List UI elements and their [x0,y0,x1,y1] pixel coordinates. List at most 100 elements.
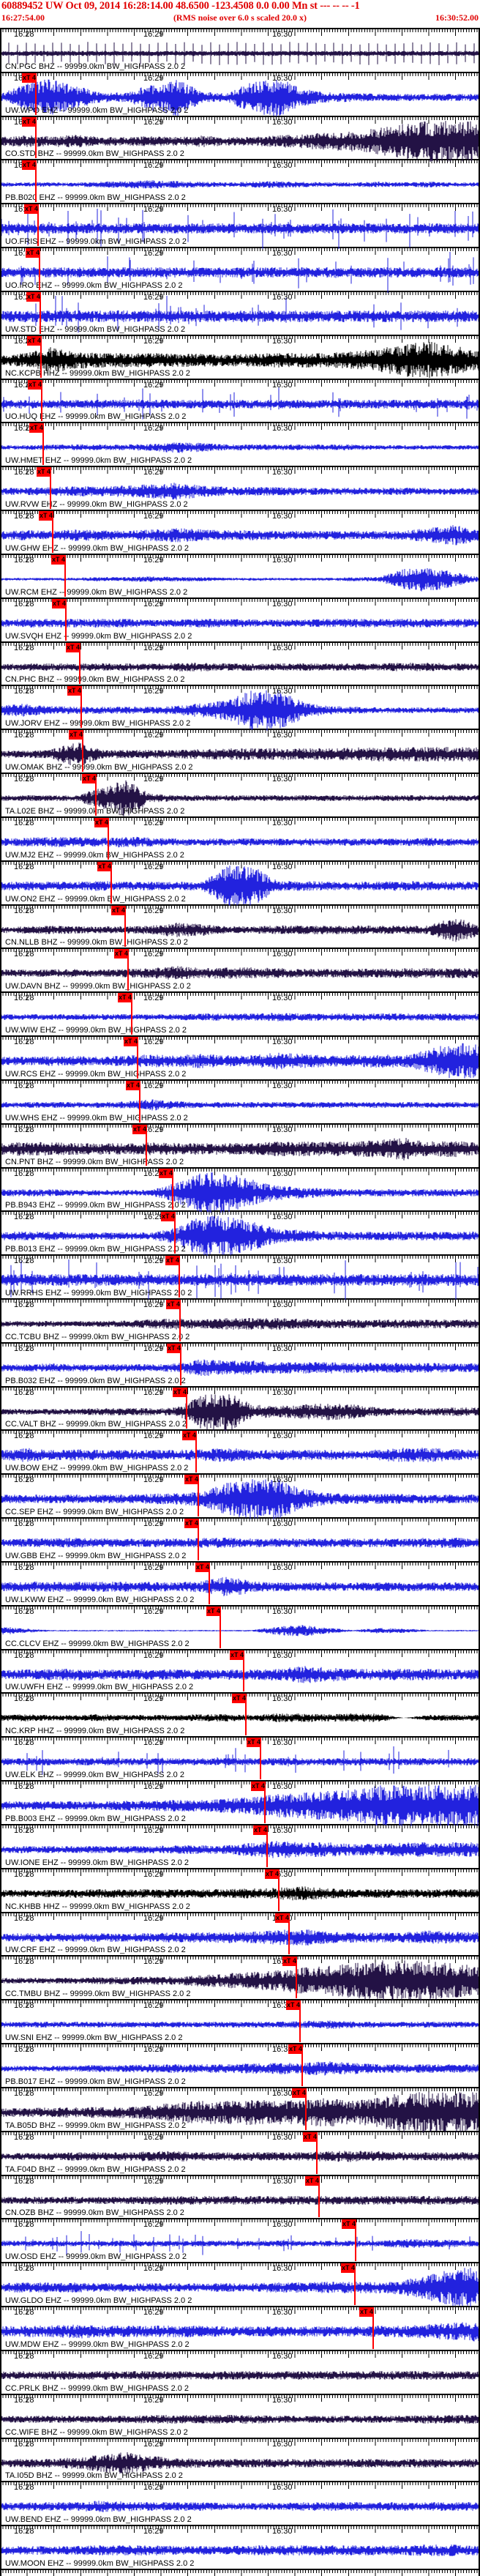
pick-flag[interactable]: xT 4 [341,2263,356,2274]
trace-row[interactable]: 16:28 16:29 16:30 xT 4 UW.ON2 EHZ -- 999… [0,860,480,906]
trace-row[interactable]: 16:28 16:29 16:30 xT 4 UW.GHW EHZ -- 999… [0,510,480,554]
trace-row[interactable]: 16:28 16:29 16:30 xT 4 UW.DAVN BHZ -- 99… [0,948,480,991]
trace-row[interactable]: 16:28 16:29 16:30 xT 4 CC.SEP EHZ -- 999… [0,1473,480,1520]
trace-row[interactable]: 16:28 16:29 16:30 xT 4 CN.NLLB BHZ -- 99… [0,904,480,948]
trace-row[interactable]: 16:28 16:29 16:30 CC.WIFE BHZ -- 99999.0… [0,2393,480,2438]
pick-flag[interactable]: xT 4 [166,1300,181,1309]
pick-flag[interactable]: xT 4 [24,204,39,215]
pick-flag[interactable]: xT 4 [37,467,51,477]
trace-row[interactable]: 16:28 16:29 16:30 xT 4 UW.CRF EHZ -- 999… [0,1911,480,1956]
pick-flag[interactable]: xT 4 [39,511,53,521]
trace-row[interactable]: 16:28 16:29 16:30 xT 4 UW.BOW EHZ -- 999… [0,1429,480,1473]
trace-row[interactable]: 16:28 16:29 16:30 xT 4 UW.WHS EHZ -- 999… [0,1079,480,1123]
pick-flag[interactable]: xT 4 [28,379,42,390]
trace-row[interactable]: 16:28 16:29 16:30 xT 4 UW.ELK EHZ -- 999… [0,1736,480,1780]
pick-flag[interactable]: xT 4 [159,1168,173,1178]
trace-row[interactable]: 16:28 16:29 16:30 xT 4 PB.B943 EHZ -- 99… [0,1166,480,1213]
pick-flag[interactable]: xT 4 [303,2132,318,2142]
pick-flag[interactable]: xT 4 [173,1387,187,1397]
pick-flag[interactable]: xT 4 [124,1037,138,1047]
trace-row[interactable]: 16:28 16:29 16:30 xT 4 UW.SVQH EHZ -- 99… [0,597,480,641]
pick-flag[interactable]: xT 4 [184,1519,199,1529]
pick-flag[interactable]: xT 4 [69,730,83,740]
trace-row[interactable]: 16:28 16:29 16:30 xT 4 UW.RCM EHZ -- 999… [0,553,480,598]
pick-flag[interactable]: xT 4 [195,1562,210,1572]
pick-flag[interactable]: xT 4 [275,1913,290,1923]
pick-flag[interactable]: xT 4 [292,2088,307,2098]
pick-flag[interactable]: xT 4 [126,1080,140,1090]
trace-row[interactable]: 16:28 16:29 16:30 xT 4 UW.STD EHZ -- 999… [0,290,480,335]
trace-row[interactable]: 16:28 16:29 16:30 xT 4 UO.HUQ EHZ -- 999… [0,378,480,422]
trace-row[interactable]: 16:28 16:29 16:30 xT 4 UW.IONE EHZ -- 99… [0,1823,480,1868]
pick-flag[interactable]: xT 4 [230,1650,244,1660]
pick-flag[interactable]: xT 4 [22,160,37,171]
pick-flag[interactable]: xT 4 [26,291,41,302]
trace-row[interactable]: 16:28 16:29 16:30 xT 4 UW.GBB EHZ -- 999… [0,1517,480,1561]
pick-flag[interactable]: xT 4 [111,905,126,915]
pick-flag[interactable]: xT 4 [265,1869,280,1879]
trace-row[interactable]: 16:28 16:29 16:30 xT 4 UW.HMET EHZ -- 99… [0,422,480,466]
trace-row[interactable]: 16:28 16:29 16:30 CC.PRLK BHZ -- 99999.0… [0,2349,480,2394]
pick-flag[interactable]: xT 4 [94,817,109,827]
pick-flag[interactable]: xT 4 [184,1475,199,1485]
pick-flag[interactable]: xT 4 [232,1694,247,1704]
trace-row[interactable]: 16:28 16:29 16:30 xT 4 CC.TCBU BHZ -- 99… [0,1298,480,1342]
trace-row[interactable]: 16:28 16:29 16:30 xT 4 UW.OSD EHZ -- 999… [0,2218,480,2262]
trace-row[interactable]: 16:28 16:29 16:30 xT 4 UO.IRO EHZ -- 999… [0,247,480,294]
trace-row[interactable]: 16:28 16:29 16:30 xT 4 TA.F04D BHZ -- 99… [0,2130,480,2175]
trace-row[interactable]: 16:28 16:29 16:30 xT 4 PB.B003 EHZ -- 99… [0,1780,480,1826]
pick-flag[interactable]: xT 4 [51,554,66,565]
trace-row[interactable]: 16:28 16:29 16:30 xT 4 PB.B017 EHZ -- 99… [0,2043,480,2087]
pick-flag[interactable]: xT 4 [288,2044,303,2055]
pick-flag[interactable]: xT 4 [165,1256,180,1266]
trace-row[interactable]: 16:28 16:29 16:30 xT 4 NC.KRP HHZ -- 999… [0,1692,480,1736]
trace-row[interactable]: 16:28 16:29 16:30 xT 4 CN.PNT BHZ -- 999… [0,1123,480,1167]
pick-flag[interactable]: xT 4 [22,116,37,127]
pick-flag[interactable]: xT 4 [52,598,67,608]
trace-row[interactable]: 16:28 16:29 16:30 xT 4 UW.MDW EHZ -- 999… [0,2306,480,2350]
trace-row[interactable]: 16:28 16:29 16:30 xT 4 UW.WPO EHZ -- 999… [0,71,480,116]
pick-flag[interactable]: xT 4 [206,1606,221,1616]
trace-row[interactable]: 16:28 16:29 16:30 xT 4 UW.MJ2 EHZ -- 999… [0,816,480,860]
trace-row[interactable]: 16:28 16:29 16:30 CN.PGC BHZ -- 99999.0k… [0,28,480,72]
pick-flag[interactable]: xT 4 [67,686,82,696]
trace-row[interactable]: 16:28 16:29 16:30 xT 4 UW.RRHS EHZ -- 99… [0,1254,480,1300]
trace-row[interactable]: 16:28 16:29 16:30 xT 4 CC.CLCV EHZ -- 99… [0,1604,480,1649]
trace-row[interactable]: 16:28 16:29 16:30 xT 4 NC.KCPB HHZ -- 99… [0,334,480,379]
trace-row[interactable]: 16:28 16:29 16:30 xT 4 NC.KHBB HHZ -- 99… [0,1867,480,1912]
pick-flag[interactable]: xT 4 [132,1124,147,1134]
pick-flag[interactable]: xT 4 [26,248,40,258]
pick-flag[interactable]: xT 4 [114,949,129,959]
pick-flag[interactable]: xT 4 [97,861,112,871]
pick-flag[interactable]: xT 4 [247,1738,261,1748]
pick-flag[interactable]: xT 4 [27,335,42,346]
trace-row[interactable]: 16:28 16:29 16:30 xT 4 UW.JORV EHZ -- 99… [0,685,480,732]
trace-row[interactable]: 16:28 16:29 16:30 UW.BEND EHZ -- 99999.0… [0,2481,480,2525]
pick-flag[interactable]: xT 4 [167,1343,181,1353]
pick-flag[interactable]: xT 4 [342,2219,356,2230]
trace-row[interactable]: 16:28 16:29 16:30 xT 4 PB.B032 EHZ -- 99… [0,1341,480,1386]
pick-flag[interactable]: xT 4 [161,1212,176,1222]
trace-row[interactable]: 16:28 16:29 16:30 xT 4 UW.GLDO EHZ -- 99… [0,2262,480,2307]
pick-flag[interactable]: xT 4 [182,1431,197,1441]
trace-row[interactable]: 16:28 16:29 16:30 xT 4 UW.LKWW EHZ -- 99… [0,1560,480,1605]
pick-flag[interactable]: xT 4 [286,2000,301,2011]
trace-row[interactable]: 16:28 16:29 16:30 xT 4 CN.PHC BHZ -- 999… [0,641,480,685]
trace-row[interactable]: 16:28 16:29 16:30 xT 4 UW.UWFH EHZ -- 99… [0,1648,480,1693]
pick-flag[interactable]: xT 4 [253,1825,268,1835]
trace-row[interactable]: 16:28 16:29 16:30 xT 4 UW.RVW EHZ -- 999… [0,466,480,510]
pick-flag[interactable]: xT 4 [282,1957,297,1967]
pick-flag[interactable]: xT 4 [118,993,132,1003]
pick-flag[interactable]: xT 4 [66,642,80,652]
trace-row[interactable]: 16:28 16:29 16:30 xT 4 PB.B013 EHZ -- 99… [0,1210,480,1257]
pick-flag[interactable]: xT 4 [29,423,44,433]
trace-row[interactable]: 16:28 16:29 16:30 xT 4 CN.OZB BHZ -- 999… [0,2174,480,2219]
pick-flag[interactable]: xT 4 [22,72,37,83]
trace-row[interactable]: 16:28 16:29 16:30 xT 4 TA.B05D BHZ -- 99… [0,2086,480,2133]
trace-row[interactable]: 16:28 16:29 16:30 xT 4 UW.SNI EHZ -- 999… [0,1999,480,2043]
trace-row[interactable]: 16:28 16:29 16:30 xT 4 UW.OMAK BHZ -- 99… [0,729,480,773]
pick-flag[interactable]: xT 4 [359,2307,374,2318]
pick-flag[interactable]: xT 4 [251,1782,266,1792]
trace-row[interactable]: 16:28 16:29 16:30 xT 4 UW.RCS EHZ -- 999… [0,1035,480,1079]
trace-row[interactable]: 16:28 16:29 16:30 xT 4 TA.L02E BHZ -- 99… [0,773,480,816]
